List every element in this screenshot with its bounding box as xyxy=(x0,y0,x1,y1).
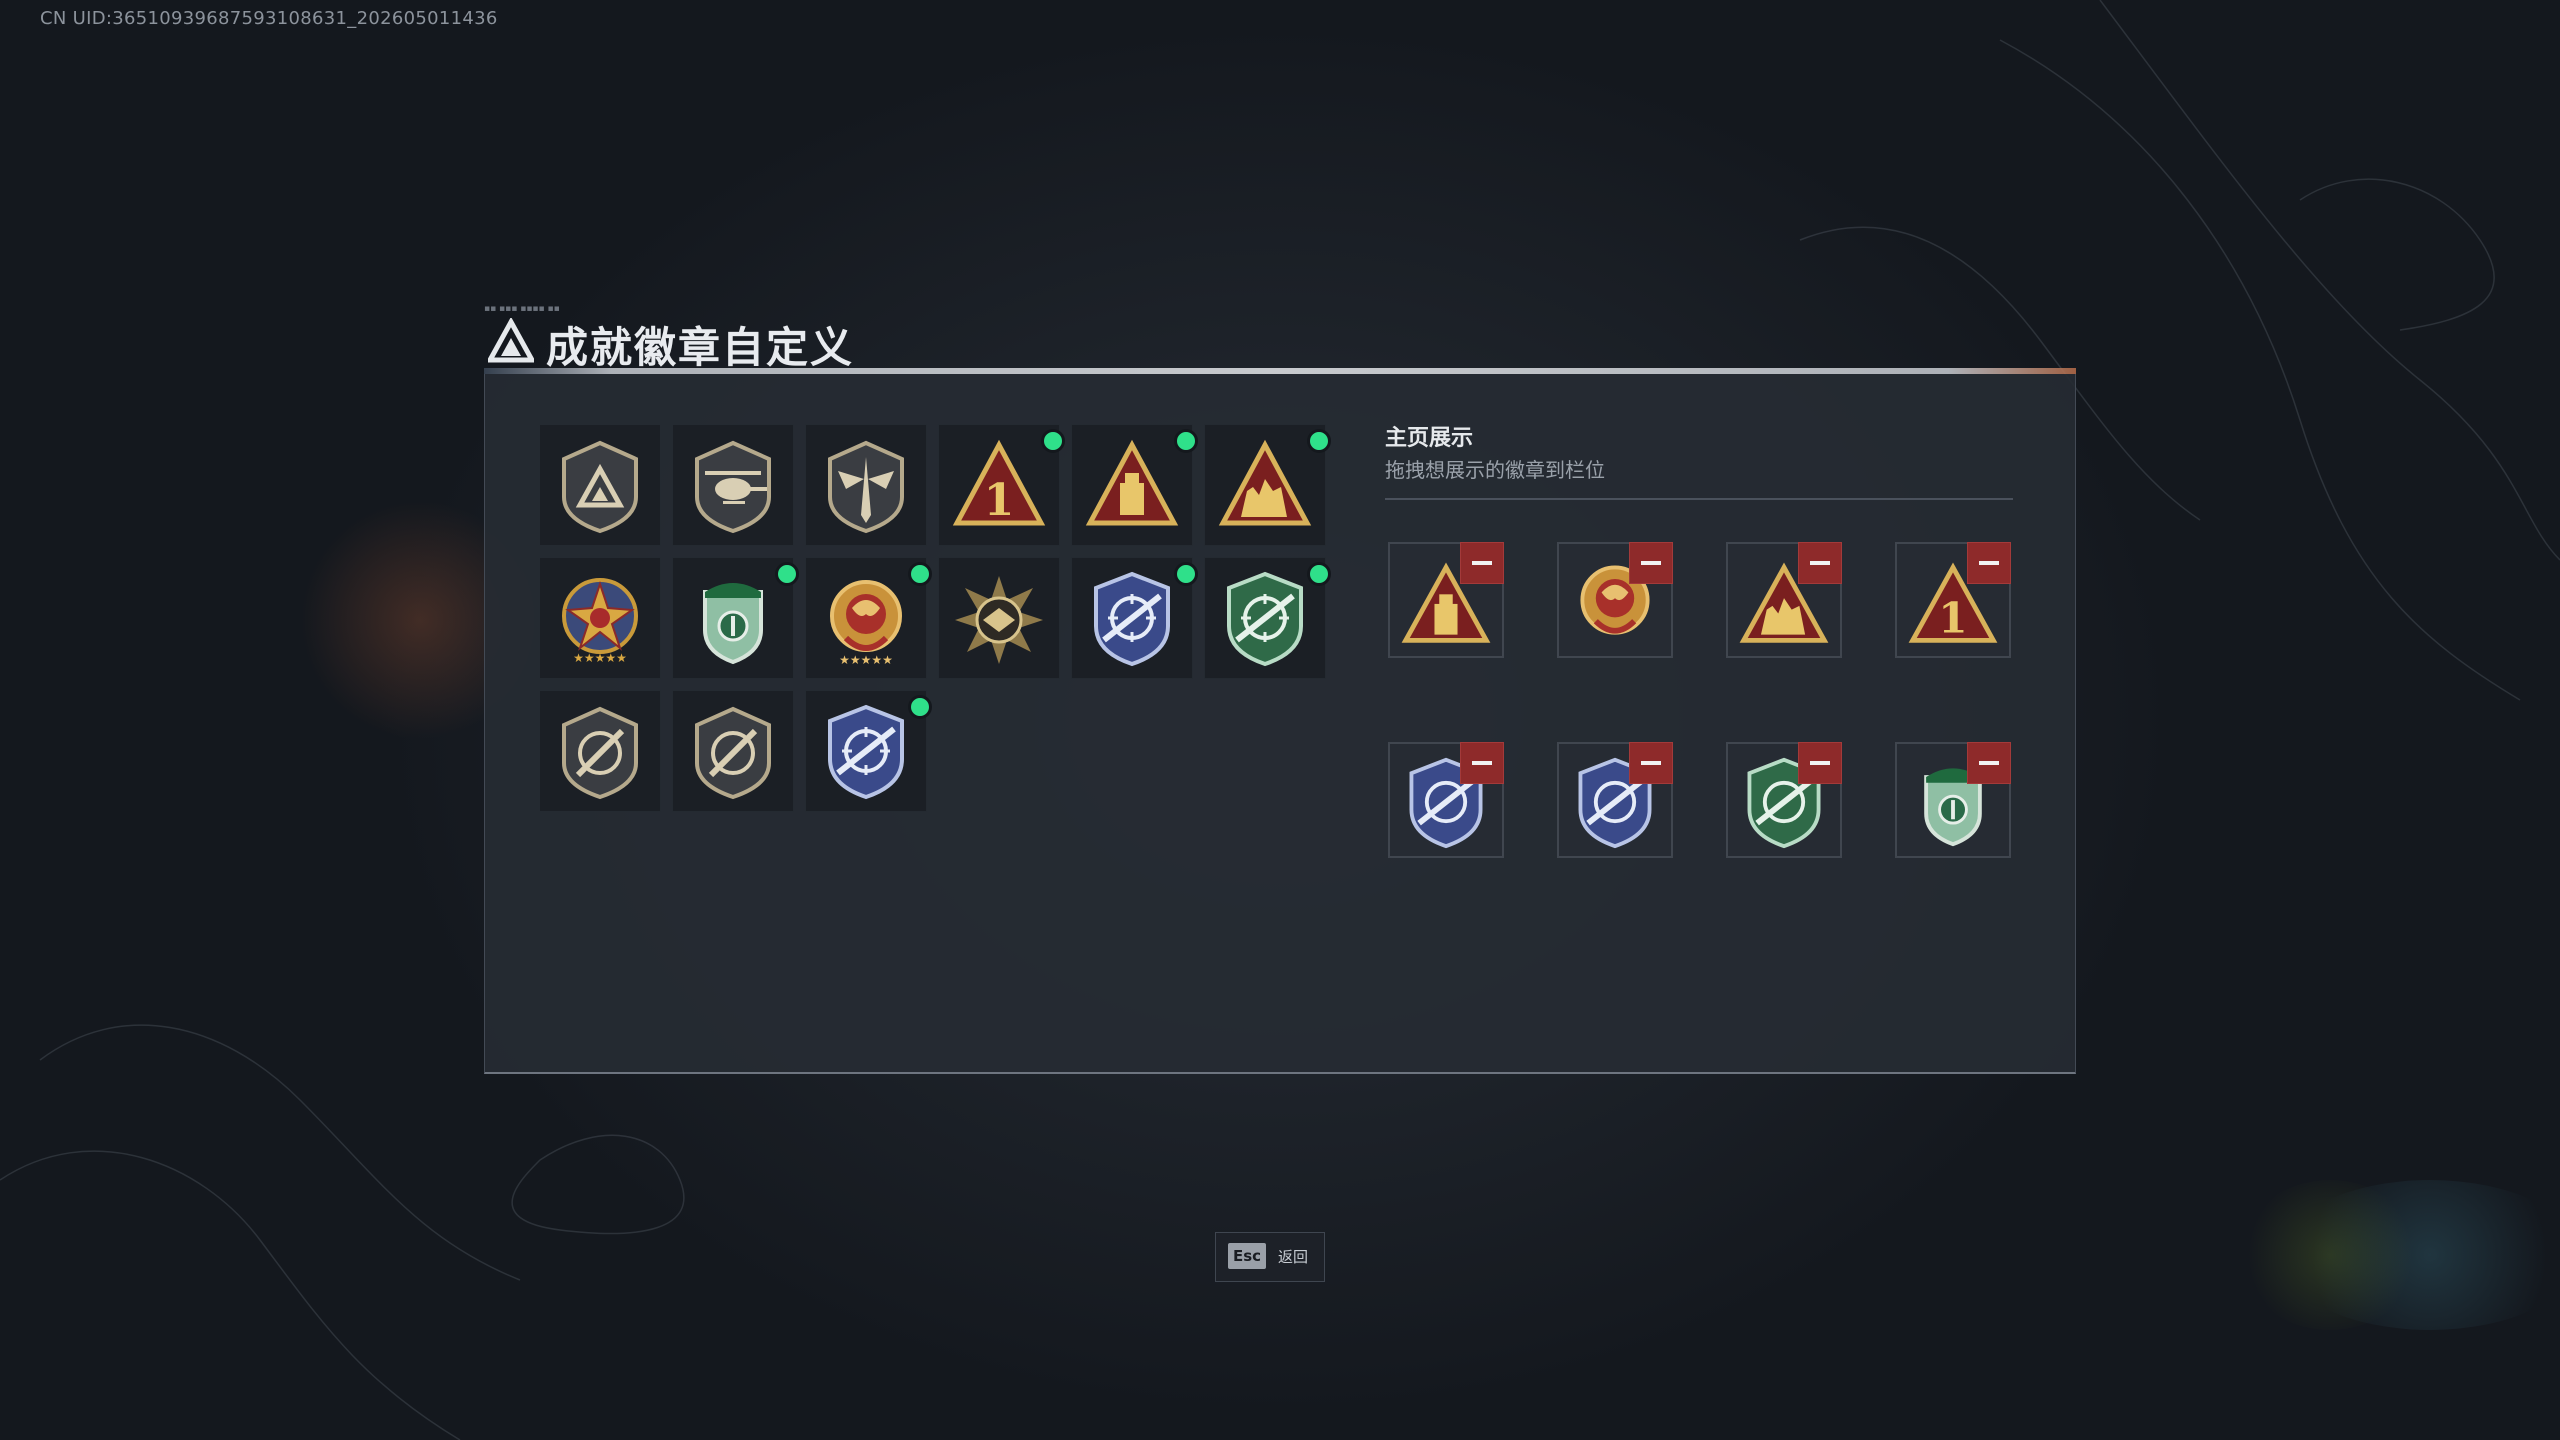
badge-cell[interactable] xyxy=(672,424,794,546)
remove-badge-button[interactable] xyxy=(1629,542,1673,584)
triangle-number-one-badge-icon: 1 xyxy=(952,439,1046,526)
blue-rifle-crosshair-badge-icon xyxy=(1094,571,1170,667)
showcase-slot[interactable] xyxy=(1557,542,1673,658)
badge-cell[interactable] xyxy=(1204,424,1331,546)
winged-dagger-shield-badge-icon xyxy=(828,440,904,534)
new-badge-indicator xyxy=(775,562,799,586)
remove-badge-button[interactable] xyxy=(1967,742,2011,784)
remove-badge-button[interactable] xyxy=(1460,742,1504,784)
badge-cell[interactable] xyxy=(672,690,794,812)
svg-text:1: 1 xyxy=(984,475,1015,526)
badge-cell[interactable] xyxy=(539,690,661,812)
showcase-title: 主页展示 xyxy=(1385,426,1474,451)
green-rifle-crosshair-badge-icon xyxy=(1227,571,1303,667)
new-badge-indicator xyxy=(908,695,932,719)
badge-cell[interactable]: 1 xyxy=(938,424,1065,546)
badge-cell[interactable] xyxy=(805,424,927,546)
new-badge-indicator xyxy=(1174,429,1198,453)
badge-cell[interactable]: ★★★★★ xyxy=(539,557,661,679)
badge-cell[interactable] xyxy=(672,557,799,679)
new-badge-indicator xyxy=(1174,562,1198,586)
showcase-slot[interactable] xyxy=(1388,742,1504,858)
badge-cell[interactable] xyxy=(1204,557,1331,679)
user-id-text: CN UID:3651093968759310863­1_20260501143… xyxy=(40,8,498,29)
header-decoration: ▪▪ ▪▪▪ ▪▪▪▪ ▪▪ xyxy=(484,304,560,314)
remove-badge-button[interactable] xyxy=(1798,742,1842,784)
remove-badge-button[interactable] xyxy=(1460,542,1504,584)
remove-badge-button[interactable] xyxy=(1798,542,1842,584)
back-button-label: 返回 xyxy=(1278,1248,1309,1266)
star-medal-badge-icon: ★★★★★ xyxy=(562,578,638,665)
showcase-slot[interactable] xyxy=(1557,742,1673,858)
back-button[interactable]: Esc 返回 xyxy=(1215,1232,1325,1282)
new-badge-indicator xyxy=(1041,429,1065,453)
delta-logo-icon xyxy=(488,318,534,363)
svg-text:★★★★★: ★★★★★ xyxy=(839,653,893,667)
showcase-slot[interactable]: 1 xyxy=(1895,542,2011,658)
triangle-tower-badge-icon xyxy=(1085,439,1179,526)
showcase-slot[interactable] xyxy=(1726,542,1842,658)
badge-cell[interactable] xyxy=(539,424,661,546)
remove-badge-button[interactable] xyxy=(1967,542,2011,584)
badge-cell[interactable] xyxy=(1071,424,1198,546)
new-badge-indicator xyxy=(1307,562,1331,586)
svg-text:1: 1 xyxy=(1938,593,1967,643)
badge-cell[interactable] xyxy=(1071,557,1198,679)
page-header: ▪▪ ▪▪▪ ▪▪▪▪ ▪▪ 成就徽章自定义 xyxy=(484,300,2076,380)
helicopter-shield-badge-icon xyxy=(695,440,771,534)
sunburst-emblem-badge-icon xyxy=(955,576,1043,664)
badge-cell[interactable] xyxy=(938,557,1060,679)
badge-customization-panel: 1 ★★★★★ ★★★★★ 主页展示 拖拽想展示的徽章到栏位 1 xyxy=(484,374,2076,1074)
showcase-slot[interactable] xyxy=(1388,542,1504,658)
remove-badge-button[interactable] xyxy=(1629,742,1673,784)
new-badge-indicator xyxy=(1307,429,1331,453)
svg-text:★★★★★: ★★★★★ xyxy=(573,651,627,665)
delta-shield-badge-icon xyxy=(562,440,638,534)
new-badge-indicator xyxy=(908,562,932,586)
gold-dragon-medal-badge-icon: ★★★★★ xyxy=(830,580,902,667)
showcase-divider xyxy=(1385,498,2013,500)
rifle-shield-badge-icon-2 xyxy=(695,706,771,800)
badge-cell[interactable] xyxy=(805,690,932,812)
showcase-slot[interactable] xyxy=(1726,742,1842,858)
triangle-soldiers-badge-icon xyxy=(1218,439,1312,526)
showcase-slot[interactable] xyxy=(1895,742,2011,858)
showcase-subtitle: 拖拽想展示的徽章到栏位 xyxy=(1385,458,1605,482)
rifle-shield-badge-icon xyxy=(562,706,638,800)
green-beret-shield-badge-icon xyxy=(703,583,763,665)
esc-key-icon: Esc xyxy=(1228,1243,1266,1269)
blue-rifle-crosshair-badge-icon-2 xyxy=(828,704,904,800)
badge-cell[interactable]: ★★★★★ xyxy=(805,557,932,679)
page-title: 成就徽章自定义 xyxy=(546,323,855,372)
